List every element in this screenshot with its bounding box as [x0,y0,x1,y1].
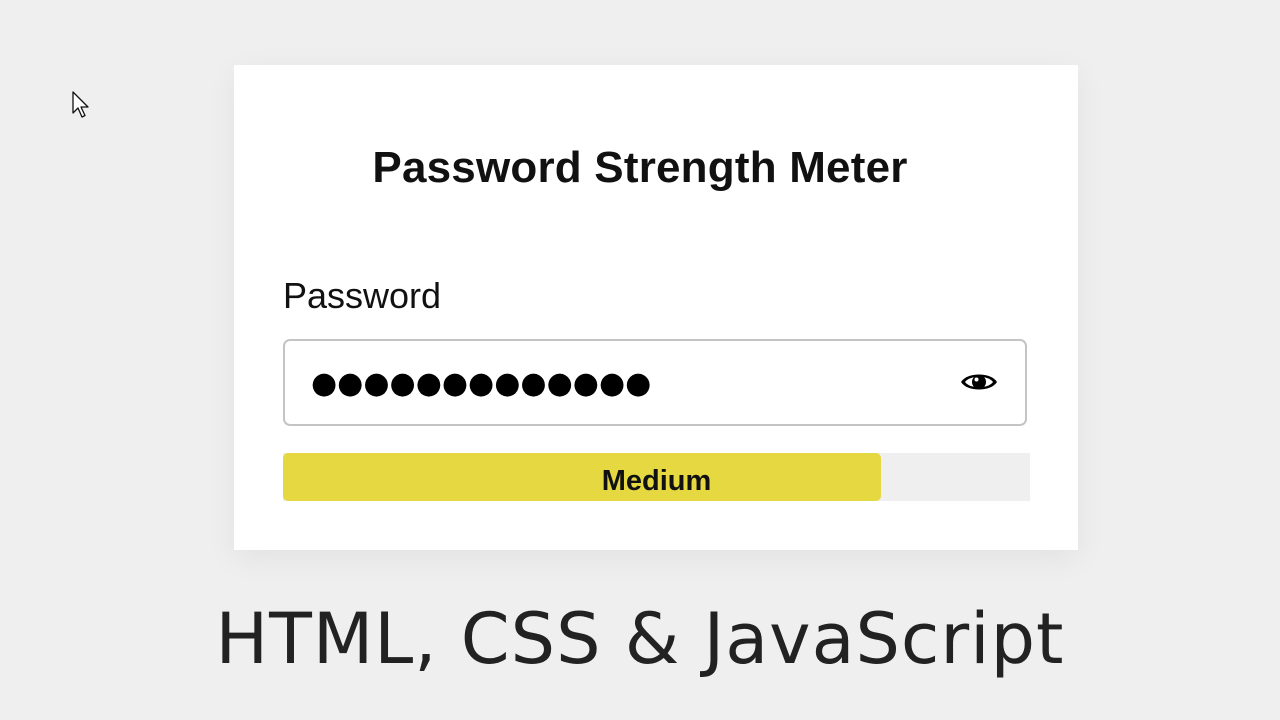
password-label: Password [283,275,442,316]
screen: Password Strength Meter Password ●●●●●●●… [0,0,1280,720]
mouse-pointer-icon [72,91,89,118]
strength-meter: Medium [283,453,1030,501]
card-title: Password Strength Meter [372,143,908,192]
password-input[interactable]: ●●●●●●●●●●●●● [283,339,1027,426]
caption: HTML, CSS & JavaScript [215,598,1065,680]
strength-label: Medium [601,465,712,497]
eye-icon[interactable] [959,367,999,397]
password-value[interactable]: ●●●●●●●●●●●●● [311,360,651,408]
